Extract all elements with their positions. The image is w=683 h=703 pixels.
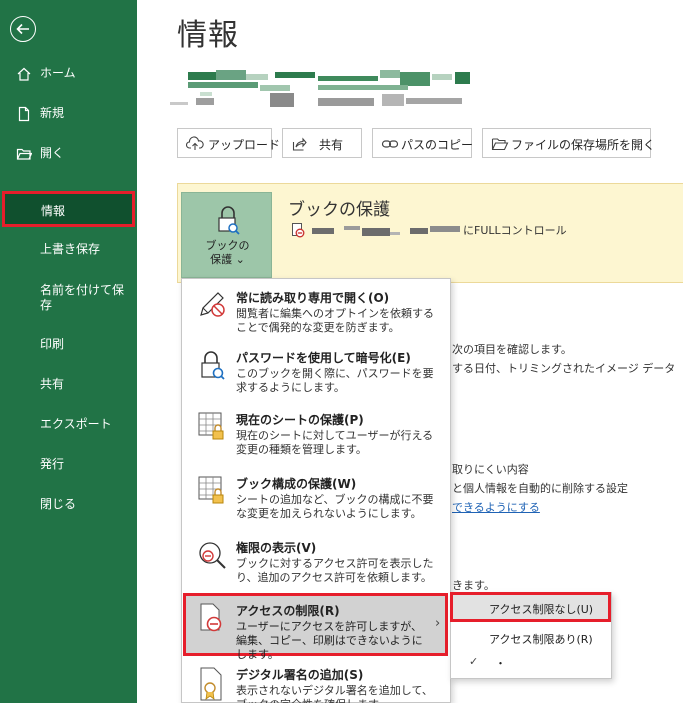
menu-item-desc: 表示されないデジタル署名を追加して、ブックの完全性を確保します。 [236, 684, 433, 703]
menu-item-title: パスワードを使用して暗号化(E) [236, 351, 411, 365]
protect-heading: ブックの保護 [288, 200, 390, 220]
restricted-permission-icon [292, 223, 305, 238]
folder-open-icon [491, 138, 509, 151]
pencil-no-icon [200, 292, 225, 317]
menu-item-restrict-access[interactable]: アクセスの制限(R) ユーザーにアクセスを許可しますが、編集、コピー、印刷はでき… [183, 593, 448, 661]
check-icon: ✓ [469, 655, 479, 668]
inspect-text-2: する日付、トリミングされたイメージ データ [452, 362, 676, 375]
menu-item-desc: 閲覧者に編集へのオプトインを依頼することで偶発的な変更を防ぎます。 [236, 307, 434, 334]
nav-close-label: 閉じる [40, 497, 77, 511]
menu-item-title: ブック構成の保護(W) [236, 477, 357, 491]
submenu-item-unrestricted-label: アクセス制限なし(U) [489, 603, 594, 616]
submenu-item-unrestricted[interactable]: アクセス制限なし(U) [450, 592, 611, 622]
open-file-location-button[interactable]: ファイルの保存場所を開く [482, 128, 655, 158]
copy-path-label: パスのコピー [401, 138, 474, 152]
upload-cloud-icon [186, 136, 204, 150]
back-button[interactable] [10, 16, 36, 42]
lock-key-icon [218, 206, 240, 235]
menu-item-desc: ブックに対するアクセス許可を表示したり、追加のアクセス許可を依頼します。 [236, 557, 434, 584]
nav-save-as-line2: 存 [40, 298, 53, 312]
menu-item-desc: ユーザーにアクセスを許可しますが、編集、コピー、印刷はできないようにします。 [236, 620, 423, 661]
nav-open-label: 開く [40, 146, 65, 160]
inspect-text-1: 次の項目を確認します。 [452, 343, 572, 356]
menu-item-desc: 現在のシートに対してユーザーが行える変更の種類を管理します。 [236, 429, 434, 456]
nav-export-label: エクスポート [40, 417, 112, 431]
inspect-text-4: と個人情報を自動的に削除する設定 [452, 482, 628, 495]
inspect-text-5: きます。 [452, 579, 495, 592]
nav-info-label: 情報 [41, 204, 66, 218]
back-arrow-icon [16, 23, 29, 35]
menu-item-protect-workbook-structure[interactable]: ブック構成の保護(W) シートの追加など、ブックの構成に不要な変更を加えられない… [182, 471, 450, 527]
folder-icon [16, 148, 32, 160]
submenu-item-template[interactable]: ・ [495, 655, 506, 671]
menu-item-desc: シートの追加など、ブックの構成に不要な変更を加えられないようにします。 [236, 493, 434, 520]
lock-key-icon [201, 351, 225, 380]
protect-description: にFULLコントロール [463, 224, 567, 237]
nav-save-label: 上書き保存 [40, 242, 101, 256]
menu-item-desc: このブックを開く際に、パスワードを要求するようにします。 [236, 367, 434, 394]
nav-new-label: 新規 [40, 106, 65, 120]
menu-item-title: 現在のシートの保護(P) [236, 413, 364, 427]
share-button[interactable]: 共有 [282, 128, 362, 158]
new-file-icon [18, 106, 30, 122]
upload-label: アップロード [208, 138, 281, 152]
share-label: 共有 [319, 138, 344, 152]
menu-item-encrypt-password[interactable]: パスワードを使用して暗号化(E) このブックを開く際に、パスワードを要求するよう… [182, 345, 450, 401]
protect-workbook-button[interactable]: ブックの 保護 ⌄ [181, 192, 272, 278]
submenu-item-restricted[interactable]: アクセス制限あり(R) [489, 631, 593, 647]
menu-item-title: アクセスの制限(R) [236, 604, 340, 618]
upload-button[interactable]: アップロード [177, 128, 280, 158]
menu-item-add-digital-signature[interactable]: デジタル署名の追加(S) 表示されないデジタル署名を追加して、ブックの完全性を確… [182, 662, 450, 703]
nav-home-label: ホーム [40, 66, 76, 80]
menu-item-title: デジタル署名の追加(S) [236, 668, 364, 682]
link-icon [381, 140, 399, 148]
nav-share-label: 共有 [40, 377, 65, 391]
share-icon [292, 137, 307, 151]
chevron-down-icon: ⌄ [235, 253, 245, 266]
menu-item-view-permissions[interactable]: 権限の表示(V) ブックに対するアクセス許可を表示したり、追加のアクセス許可を依… [182, 535, 450, 591]
menu-item-title: 権限の表示(V) [236, 541, 317, 555]
protect-button-line2: 保護 ⌄ [210, 253, 245, 266]
restrict-access-icon [200, 603, 222, 632]
nav-print-label: 印刷 [40, 337, 65, 351]
menu-item-title: 常に読み取り専用で開く(O) [236, 291, 390, 305]
open-file-location-label: ファイルの保存場所を開く [511, 138, 656, 152]
home-icon [17, 67, 31, 81]
menu-item-protect-sheet[interactable]: 現在のシートの保護(P) 現在のシートに対してユーザーが行える変更の種類を管理し… [182, 407, 450, 463]
backstage-sidebar: ホーム 新規 開く 情報 上書き保存 名前を付けて保 存 印刷 共有 エクスポー… [0, 0, 137, 703]
menu-item-always-read-only[interactable]: 常に読み取り専用で開く(O) 閲覧者に編集へのオプトインを依頼することで偶発的な… [182, 285, 450, 341]
sheet-lock-icon [198, 412, 224, 440]
protect-button-line1: ブックの [205, 239, 250, 252]
nav-save-as-line1: 名前を付けて保 [40, 283, 125, 297]
inspect-text-3: 取りにくい内容 [452, 463, 529, 476]
auto-remove-link[interactable]: できるようにする [452, 499, 540, 515]
chevron-right-icon: › [435, 616, 441, 631]
copy-path-button[interactable]: パスのコピー [372, 128, 474, 158]
workbook-lock-icon [198, 476, 224, 504]
nav-publish-label: 発行 [40, 457, 65, 471]
nav-info[interactable]: 情報 [2, 191, 135, 227]
page-title: 情報 [177, 18, 239, 53]
certificate-icon [200, 667, 222, 701]
magnifier-permission-icon [199, 542, 226, 569]
